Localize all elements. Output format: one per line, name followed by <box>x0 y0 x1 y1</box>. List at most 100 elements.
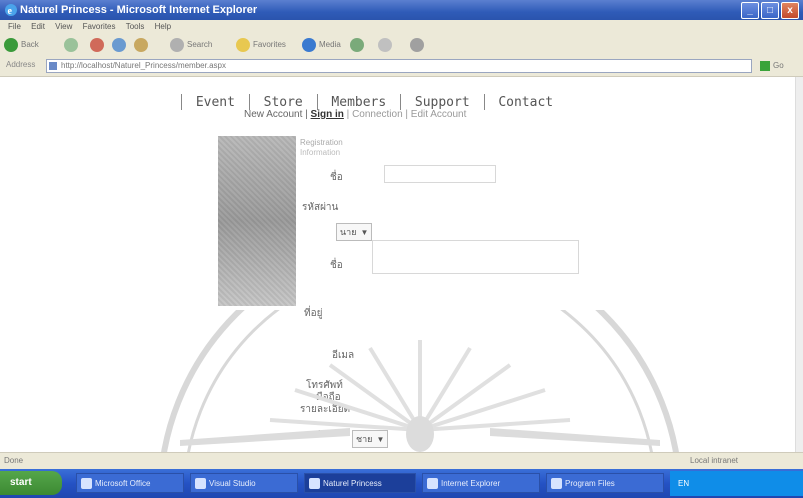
favorites-button[interactable]: Favorites <box>236 37 286 53</box>
name-label: ชื่อ <box>330 260 343 271</box>
language-indicator[interactable]: EN <box>678 479 689 488</box>
go-button[interactable]: Go <box>760 59 794 73</box>
title-select[interactable]: นาย ▼ <box>336 223 373 241</box>
password-label: รหัสผ่าน <box>302 202 339 213</box>
form-heading: Registration <box>300 138 343 147</box>
back-button[interactable]: Back <box>4 37 39 53</box>
go-label: Go <box>773 61 784 70</box>
address-url: http://localhost/Naturel_Princess/member… <box>61 61 226 70</box>
taskbar-item-label: Internet Explorer <box>441 479 501 488</box>
taskbar-item-label: Visual Studio <box>209 479 256 488</box>
username-input[interactable] <box>384 165 496 183</box>
internet-explorer-icon <box>309 478 320 489</box>
gender-label: เพศ <box>318 428 335 439</box>
taskbar-item[interactable]: Program Files <box>546 473 664 493</box>
star-icon <box>236 37 250 52</box>
media-label: Media <box>319 40 341 49</box>
back-arrow-icon <box>4 37 18 52</box>
back-label: Back <box>21 40 39 49</box>
nav-divider <box>483 94 485 110</box>
chevron-down-icon: ▼ <box>360 228 369 237</box>
search-icon <box>170 37 184 52</box>
address-field-label: ที่อยู่ <box>304 308 323 319</box>
member-photo <box>218 136 296 306</box>
detail-label: รายละเอียด <box>300 404 351 415</box>
vertical-scrollbar[interactable] <box>795 77 803 452</box>
mail-button[interactable] <box>378 37 395 53</box>
search-label: Search <box>187 40 213 49</box>
refresh-button[interactable] <box>112 37 129 53</box>
edit-account-link[interactable]: Connection | Edit Account <box>352 109 466 120</box>
nav-event[interactable]: Event <box>196 95 235 110</box>
history-icon <box>350 37 364 52</box>
close-button[interactable]: x <box>781 2 799 19</box>
taskbar-item-active[interactable]: Naturel Princess <box>304 473 416 493</box>
stop-button[interactable] <box>90 37 107 53</box>
mail-icon <box>378 37 392 52</box>
maximize-button[interactable]: □ <box>761 2 779 19</box>
address-label: Address <box>6 60 36 69</box>
chevron-down-icon: ▼ <box>376 435 385 444</box>
home-icon <box>134 37 148 52</box>
print-button[interactable] <box>410 37 427 53</box>
taskbar-item-label: Program Files <box>565 479 615 488</box>
menu-tools[interactable]: Tools <box>126 20 145 34</box>
home-button[interactable] <box>134 37 151 53</box>
gender-select[interactable]: ชาย ▼ <box>352 430 389 448</box>
printer-icon <box>410 37 424 52</box>
taskbar-item-label: Naturel Princess <box>323 479 382 488</box>
name-input[interactable] <box>372 240 579 274</box>
nav-divider <box>248 94 250 110</box>
nav-divider <box>400 94 402 110</box>
internet-explorer-icon <box>427 478 438 489</box>
title-bar: e Naturel Princess - Microsoft Internet … <box>0 0 803 20</box>
sign-in-link[interactable]: Sign in <box>311 109 344 120</box>
favorites-label: Favorites <box>253 40 286 49</box>
nav-divider <box>181 94 182 110</box>
window-icon <box>81 478 92 489</box>
internet-explorer-icon: e <box>5 4 17 17</box>
stop-icon <box>90 37 104 52</box>
history-button[interactable] <box>350 37 367 53</box>
forward-button[interactable] <box>64 37 81 53</box>
nav-support[interactable]: Support <box>415 95 470 110</box>
forward-arrow-icon <box>64 37 78 52</box>
go-arrow-icon <box>760 60 770 71</box>
nav-store[interactable]: Store <box>264 95 303 110</box>
address-bar: Address http://localhost/Naturel_Princes… <box>0 56 803 77</box>
system-tray: EN <box>670 471 803 496</box>
start-button[interactable]: start <box>0 471 62 495</box>
taskbar-item[interactable]: Visual Studio <box>190 473 298 493</box>
folder-icon <box>551 478 562 489</box>
status-text: Done <box>4 456 24 465</box>
form-subheading: Information <box>300 148 341 157</box>
security-zone: Local intranet <box>690 456 739 465</box>
account-subnav: New Account | Sign in | Connection | Edi… <box>244 109 466 120</box>
address-input[interactable]: http://localhost/Naturel_Princess/member… <box>46 59 752 73</box>
minimize-button[interactable]: _ <box>741 2 759 19</box>
status-bar: Done Local intranet <box>0 452 803 469</box>
nav-contact[interactable]: Contact <box>498 95 553 110</box>
username-label: ชื่อ <box>330 172 343 183</box>
taskbar-item[interactable]: Microsoft Office <box>76 473 184 493</box>
menu-help[interactable]: Help <box>155 20 171 34</box>
search-button[interactable]: Search <box>170 37 212 53</box>
email-label: อีเมล <box>332 350 355 361</box>
menu-file[interactable]: File <box>8 20 21 34</box>
new-account-link[interactable]: New Account <box>244 109 302 120</box>
toolbar: Back Search Favorites Media <box>0 34 803 57</box>
nav-divider <box>316 94 318 110</box>
media-button[interactable]: Media <box>302 37 341 53</box>
taskbar: start Microsoft Office Visual Studio Nat… <box>0 469 803 498</box>
gender-select-value: ชาย <box>356 434 373 444</box>
svg-text:e: e <box>8 6 13 17</box>
menu-favorites[interactable]: Favorites <box>83 20 116 34</box>
menu-edit[interactable]: Edit <box>31 20 45 34</box>
taskbar-item[interactable]: Internet Explorer <box>422 473 540 493</box>
menu-view[interactable]: View <box>55 20 72 34</box>
window-icon <box>195 478 206 489</box>
taskbar-item-label: Microsoft Office <box>95 479 151 488</box>
nav-members[interactable]: Members <box>331 95 386 110</box>
menu-bar: File Edit View Favorites Tools Help <box>0 20 803 34</box>
media-icon <box>302 37 316 52</box>
